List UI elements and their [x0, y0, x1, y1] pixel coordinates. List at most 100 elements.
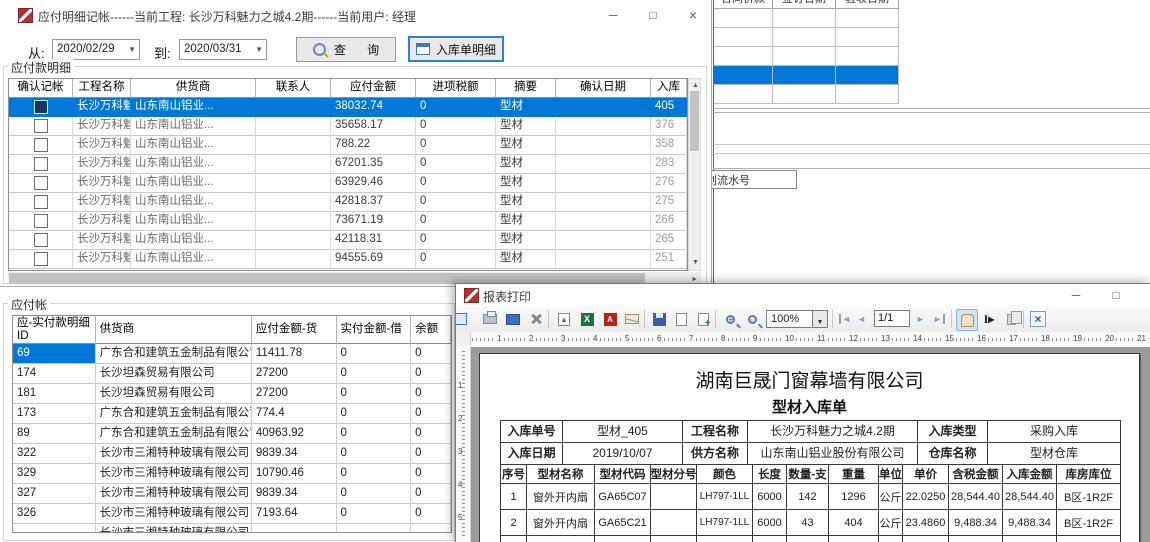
table-row[interactable]: 长沙万科魅力...山东南山铝业...63929.460型材276	[9, 174, 687, 193]
table-row[interactable]: 174长沙坦森贸易有限公司2720000	[13, 364, 451, 384]
column-header[interactable]: 应-实付款明细ID	[13, 316, 96, 344]
table-row[interactable]: 长沙万科魅力...山东南山铝业...73671.190型材266	[9, 212, 687, 231]
confirm-checkbox[interactable]	[34, 252, 48, 266]
table-row[interactable]: 327长沙市三湘特种玻璃有限公司9839.3400	[13, 484, 451, 504]
close-button[interactable]: ×	[678, 6, 708, 24]
column-header[interactable]: 入库	[651, 79, 687, 98]
confirm-cell[interactable]	[9, 174, 73, 193]
table-row[interactable]: 长沙万科魅力...山东南山铝业...3895.840型材250	[9, 269, 687, 271]
table-row[interactable]	[714, 9, 899, 28]
print-icon[interactable]	[480, 309, 500, 329]
zoom-in-icon[interactable]: +	[720, 309, 740, 329]
confirm-checkbox[interactable]	[34, 119, 48, 133]
column-header[interactable]: 确认日期	[556, 79, 651, 98]
table-row[interactable]: 326长沙市三湘特种玻璃有限公司7193.6400	[13, 504, 451, 524]
table-row[interactable]: 长沙万科魅力...山东南山铝业...35658.170型材376	[9, 117, 687, 136]
window-icon[interactable]	[455, 309, 471, 329]
save-icon[interactable]	[649, 309, 669, 329]
first-page-icon[interactable]: ◄	[839, 311, 851, 327]
column-header[interactable]: 工程名称	[73, 79, 131, 98]
table-row[interactable]	[714, 28, 899, 47]
column-header[interactable]: 实付金额-借	[337, 316, 412, 344]
confirm-cell[interactable]	[9, 155, 73, 174]
confirm-checkbox[interactable]	[34, 195, 48, 209]
confirm-checkbox[interactable]	[34, 233, 48, 247]
last-page-icon[interactable]: ►	[933, 311, 945, 327]
confirm-cell[interactable]	[9, 117, 73, 136]
document-icon[interactable]	[671, 309, 691, 329]
close-button[interactable]: ×	[1141, 286, 1150, 304]
confirm-checkbox[interactable]	[34, 176, 48, 190]
column-header[interactable]: 摘要	[496, 79, 556, 98]
confirm-cell[interactable]	[9, 193, 73, 212]
scrollbar-thumb[interactable]	[690, 91, 699, 151]
settings-icon[interactable]	[526, 309, 546, 329]
query-button[interactable]: 查 询	[296, 37, 396, 62]
zoom-select[interactable]: 100% ▼	[766, 310, 828, 328]
confirm-cell[interactable]	[9, 212, 73, 231]
table-row[interactable]: 长沙市三湘特种玻璃有限公司	[13, 524, 451, 533]
chevron-down-icon[interactable]: ▼	[128, 45, 136, 54]
column-header[interactable]: 进项税额	[416, 79, 496, 98]
text-select-icon[interactable]: I▸	[979, 309, 999, 329]
table-row[interactable]	[714, 85, 899, 104]
next-page-icon[interactable]: ►	[916, 311, 925, 327]
confirm-checkbox[interactable]	[34, 138, 48, 152]
add-document-icon[interactable]	[693, 309, 713, 329]
table-row[interactable]: 329长沙市三湘特种玻璃有限公司10790.4600	[13, 464, 451, 484]
table-row[interactable]: 173广东合和建筑五金制品有限公司774.400	[13, 404, 451, 424]
table-row[interactable]: 长沙万科魅力...山东南山铝业...42818.370型材275	[9, 193, 687, 212]
column-header[interactable]: 应付金额	[331, 79, 416, 98]
export-icon[interactable]	[554, 309, 574, 329]
confirm-cell[interactable]	[9, 136, 73, 155]
chevron-down-icon[interactable]: ▼	[255, 45, 263, 54]
scroll-up-icon[interactable]: ▲	[692, 81, 699, 91]
confirm-checkbox[interactable]	[34, 214, 48, 228]
copy-icon[interactable]	[1001, 309, 1021, 329]
from-date-picker[interactable]: 2020/02/29 ▼	[52, 39, 140, 60]
scroll-down-icon[interactable]: ▼	[692, 258, 699, 268]
table-row[interactable]: 长沙万科魅力...山东南山铝业...42118.310型材265	[9, 231, 687, 250]
page-indicator[interactable]: 1/1	[874, 310, 910, 327]
pdf-icon[interactable]: A	[600, 309, 620, 329]
confirm-checkbox[interactable]	[34, 100, 48, 114]
book-icon[interactable]	[503, 309, 523, 329]
maximize-button[interactable]: □	[638, 6, 668, 24]
to-date-picker[interactable]: 2020/03/31 ▼	[179, 39, 267, 60]
prev-page-icon[interactable]: ◄	[857, 311, 866, 327]
column-header[interactable]: 应付金额-货	[252, 316, 337, 344]
inbound-detail-button[interactable]: 入库单明细	[408, 36, 504, 62]
table-row[interactable]: 181长沙坦森贸易有限公司2720000	[13, 384, 451, 404]
confirm-cell[interactable]	[9, 269, 73, 271]
report-preview[interactable]: 12345 湖南巨晟门窗幕墙有限公司 型材入库单 入库单号型材_405工程名称长…	[456, 347, 1150, 542]
chevron-down-icon[interactable]: ▼	[817, 319, 824, 326]
table-row[interactable]: 69广东合和建筑五金制品有限公司11411.7800	[13, 344, 451, 364]
minimize-button[interactable]: ─	[598, 6, 628, 24]
table-row[interactable]: 长沙万科魅力...山东南山铝业...67201.350型材283	[9, 155, 687, 174]
vertical-scrollbar[interactable]: ▲ ▼	[688, 78, 701, 271]
table-row[interactable]: 长沙万科魅力...山东南山铝业...94555.690型材251	[9, 250, 687, 269]
excel-icon[interactable]: X	[577, 309, 597, 329]
plan-serial-field[interactable]: 计划流水号	[700, 170, 797, 189]
confirm-checkbox[interactable]	[34, 157, 48, 171]
table-row[interactable]	[714, 47, 899, 66]
close-preview-icon[interactable]: ×	[1028, 309, 1048, 329]
table-row[interactable]: 长沙万科魅力...山东南山铝业...788.220型材358	[9, 136, 687, 155]
confirm-cell[interactable]	[9, 98, 73, 117]
column-header[interactable]: 联系人	[256, 79, 331, 98]
confirm-cell[interactable]	[9, 250, 73, 269]
table-row[interactable]: 322长沙市三湘特种玻璃有限公司9839.3400	[13, 444, 451, 464]
column-header[interactable]: 供货商	[96, 316, 252, 344]
column-header[interactable]: 确认记帐	[9, 79, 73, 98]
minimize-button[interactable]: ─	[1061, 286, 1091, 304]
table-row[interactable]: 长沙万科魅力...山东南山铝业...38032.740型材405	[9, 98, 687, 117]
column-header[interactable]: 供货商	[131, 79, 256, 98]
column-header[interactable]: 余额	[411, 316, 451, 344]
confirm-cell[interactable]	[9, 231, 73, 250]
hand-tool-icon[interactable]	[956, 309, 978, 331]
mail-icon[interactable]	[622, 309, 642, 329]
table-row[interactable]: 89广东合和建筑五金制品有限公司40963.9200	[13, 424, 451, 444]
zoom-out-icon[interactable]: -	[742, 309, 762, 329]
maximize-button[interactable]: □	[1101, 286, 1131, 304]
table-row[interactable]	[714, 66, 899, 85]
